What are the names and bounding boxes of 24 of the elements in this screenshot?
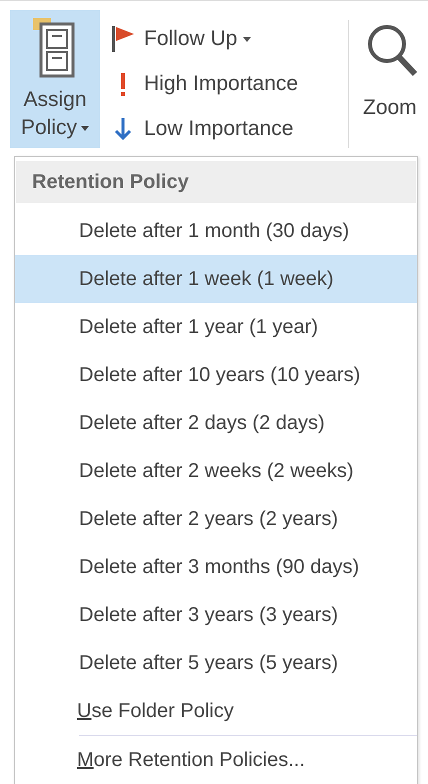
menu-item[interactable]: Delete after 2 weeks (2 weeks): [15, 447, 417, 495]
down-arrow-icon: [112, 116, 134, 142]
ribbon-command[interactable]: High Importance: [112, 65, 348, 103]
ribbon-command[interactable]: Low Importance: [112, 110, 348, 148]
menu-item[interactable]: Delete after 2 days (2 days): [15, 399, 417, 447]
zoom-button[interactable]: Zoom: [349, 10, 417, 148]
filing-cabinet-icon: [33, 18, 77, 78]
menu-item[interactable]: More Retention Policies...: [15, 736, 417, 784]
menu-item[interactable]: Delete after 1 month (30 days): [15, 207, 417, 255]
caret-icon: [243, 36, 252, 42]
menu-header: Retention Policy: [16, 161, 416, 203]
ribbon-command[interactable]: Follow Up: [112, 20, 348, 58]
menu-item[interactable]: Delete after 3 years (3 years): [15, 591, 417, 639]
assign-policy-button[interactable]: Assign Policy: [10, 10, 100, 148]
menu-item[interactable]: Delete after 3 months (90 days): [15, 543, 417, 591]
caret-icon: [81, 126, 90, 130]
exclamation-icon: [121, 72, 125, 96]
menu-item[interactable]: Delete after 5 years (5 years): [15, 639, 417, 687]
menu-item[interactable]: Delete after 2 years (2 years): [15, 495, 417, 543]
flag-icon: [112, 26, 134, 52]
menu-item[interactable]: Delete after 10 years (10 years): [15, 351, 417, 399]
menu-item[interactable]: Use Folder Policy: [15, 687, 417, 735]
menu-item[interactable]: Delete after 1 year (1 year): [15, 303, 417, 351]
menu-item[interactable]: Delete after 1 week (1 week): [15, 255, 417, 303]
